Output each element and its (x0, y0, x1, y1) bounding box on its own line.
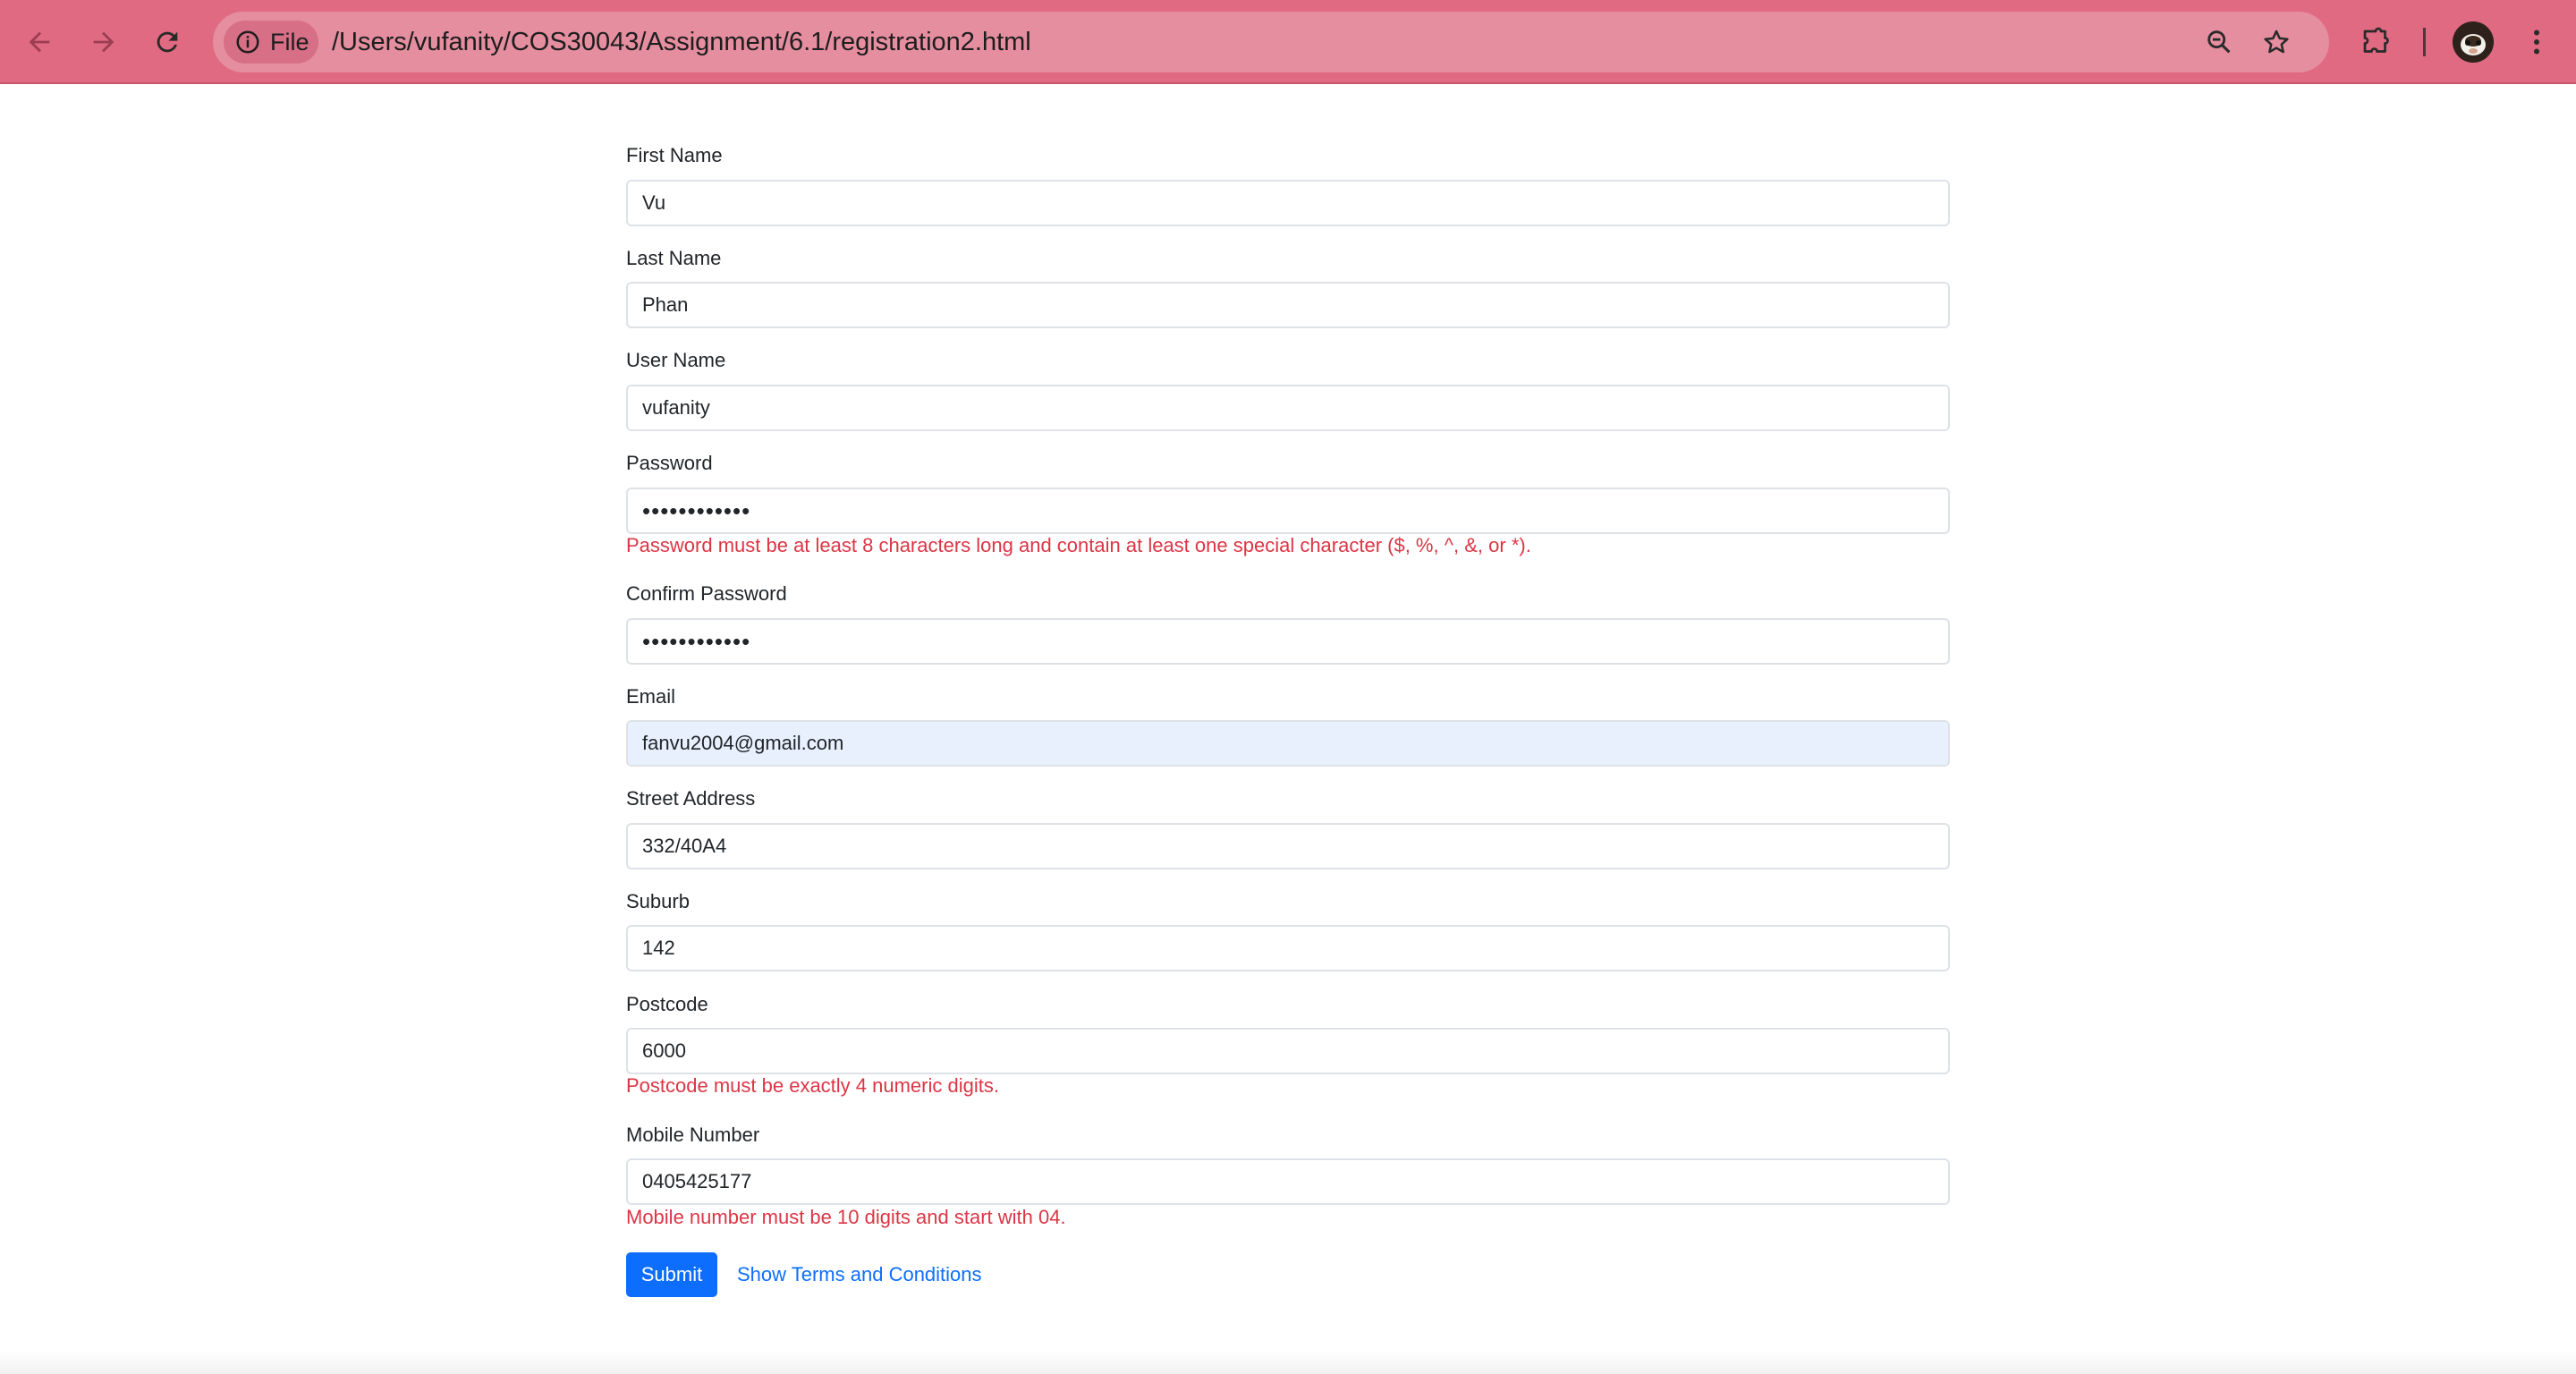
toolbar-divider (2423, 28, 2426, 56)
show-terms-link[interactable]: Show Terms and Conditions (737, 1252, 982, 1297)
email-label: Email (626, 685, 676, 708)
password-label: Password (626, 452, 713, 474)
address-bar[interactable]: File /Users/vufanity/COS30043/Assignment… (213, 12, 2329, 72)
last-name-input[interactable]: Phan (626, 282, 1950, 328)
reload-button[interactable] (142, 17, 192, 67)
bottom-shade (0, 1351, 2576, 1374)
username-label: User Name (626, 349, 726, 371)
first-name-label: First Name (626, 144, 723, 166)
street-address-label: Street Address (626, 787, 756, 810)
info-icon (236, 30, 259, 54)
mobile-number-label: Mobile Number (626, 1124, 760, 1146)
browser-toolbar: File /Users/vufanity/COS30043/Assignment… (0, 0, 2576, 84)
site-info-chip[interactable]: File (224, 21, 318, 64)
puzzle-icon (2363, 27, 2389, 53)
arrow-left-icon (29, 31, 50, 53)
password-error: Password must be at least 8 characters l… (626, 534, 1531, 556)
chip-label: File (270, 28, 309, 55)
submit-button[interactable]: Submit (626, 1252, 717, 1297)
suburb-label: Suburb (626, 890, 690, 912)
menu-button[interactable] (2515, 21, 2558, 64)
suburb-input[interactable]: 142 (626, 925, 1950, 971)
star-icon (2264, 30, 2289, 54)
back-button[interactable] (14, 17, 64, 67)
postcode-label: Postcode (626, 993, 708, 1015)
postcode-error: Postcode must be exactly 4 numeric digit… (626, 1074, 999, 1097)
mobile-number-error: Mobile number must be 10 digits and star… (626, 1206, 1066, 1228)
street-address-input[interactable]: 332/40A4 (626, 823, 1950, 869)
avatar[interactable] (2453, 21, 2494, 63)
confirm-password-label: Confirm Password (626, 582, 787, 605)
last-name-label: Last Name (626, 247, 722, 269)
kebab-menu-icon (2534, 30, 2539, 55)
confirm-password-input[interactable]: •••••••••••• (626, 618, 1950, 665)
forward-button[interactable] (79, 17, 129, 67)
arrow-right-icon (93, 31, 114, 53)
extensions-button[interactable] (2354, 21, 2397, 64)
zoom-out-icon (2207, 30, 2231, 54)
mobile-number-input[interactable]: 0405425177 (626, 1158, 1950, 1205)
profile-avatar-icon (2453, 21, 2494, 63)
username-input[interactable]: vufanity (626, 385, 1950, 431)
first-name-input[interactable]: Vu (626, 180, 1950, 226)
zoom-button[interactable] (2201, 24, 2237, 60)
postcode-input[interactable]: 6000 (626, 1028, 1950, 1074)
bookmark-button[interactable] (2258, 24, 2294, 60)
reload-icon (157, 31, 178, 53)
url-text[interactable]: /Users/vufanity/COS30043/Assignment/6.1/… (332, 12, 1031, 72)
password-input[interactable]: •••••••••••• (626, 488, 1950, 534)
email-input[interactable]: fanvu2004@gmail.com (626, 720, 1950, 767)
